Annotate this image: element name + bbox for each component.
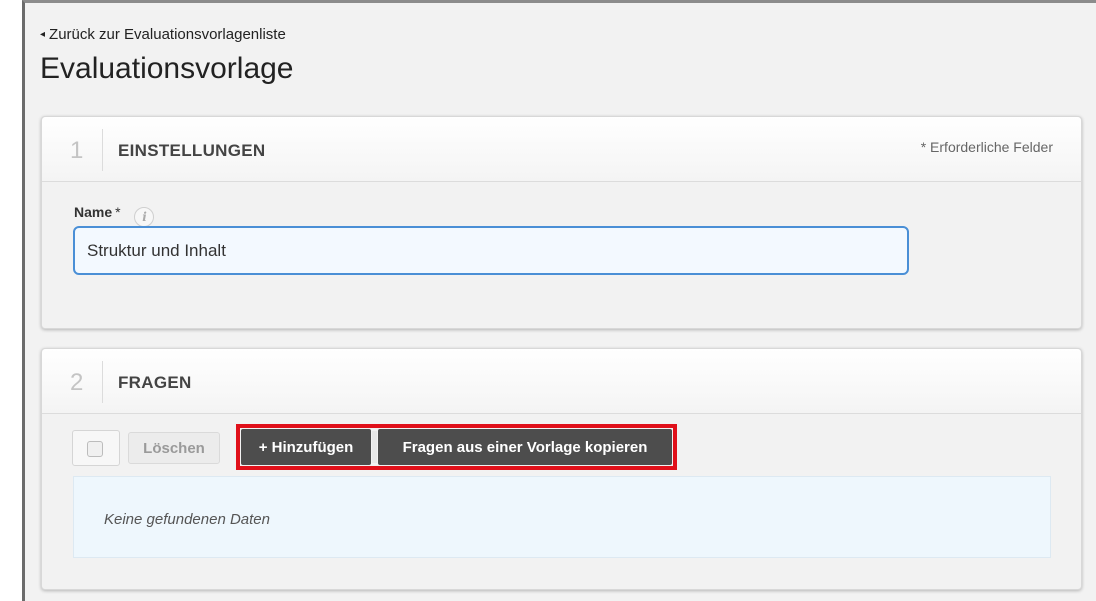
step-number: 2 bbox=[70, 369, 84, 396]
step-number: 1 bbox=[70, 137, 84, 164]
questions-panel-header: 2 FRAGEN bbox=[42, 349, 1081, 414]
caret-left-icon: ◂ bbox=[40, 29, 46, 40]
name-input[interactable] bbox=[73, 226, 909, 275]
text-cursor-icon bbox=[372, 431, 377, 463]
step-divider bbox=[102, 129, 103, 171]
page-title: Evaluationsvorlage bbox=[40, 52, 294, 85]
name-field-label: Name * i bbox=[74, 204, 155, 227]
settings-panel-title: EINSTELLUNGEN bbox=[118, 141, 266, 160]
questions-panel: 2 FRAGEN Löschen + Hinzufügen Fragen aus… bbox=[41, 348, 1082, 590]
questions-list: Keine gefundenen Daten bbox=[73, 476, 1051, 558]
required-star: * bbox=[115, 204, 121, 220]
select-all-checkbox[interactable] bbox=[72, 430, 120, 466]
back-link[interactable]: ◂ Zurück zur Evaluationsvorlagenliste bbox=[40, 26, 286, 43]
name-label-text: Name bbox=[74, 204, 113, 220]
copy-from-template-button[interactable]: Fragen aus einer Vorlage kopieren bbox=[378, 429, 672, 465]
required-fields-note: * Erforderliche Felder bbox=[920, 139, 1053, 155]
delete-button[interactable]: Löschen bbox=[128, 432, 220, 464]
step-divider bbox=[102, 361, 103, 403]
settings-panel: 1 EINSTELLUNGEN * Erforderliche Felder N… bbox=[41, 116, 1082, 329]
questions-panel-title: FRAGEN bbox=[118, 373, 192, 392]
add-question-button[interactable]: + Hinzufügen bbox=[241, 429, 371, 465]
settings-panel-header: 1 EINSTELLUNGEN * Erforderliche Felder bbox=[42, 117, 1081, 182]
back-link-label: Zurück zur Evaluationsvorlagenliste bbox=[49, 26, 286, 43]
empty-state-message: Keine gefundenen Daten bbox=[104, 511, 270, 528]
info-icon[interactable]: i bbox=[134, 207, 155, 227]
checkbox-icon bbox=[87, 441, 103, 457]
